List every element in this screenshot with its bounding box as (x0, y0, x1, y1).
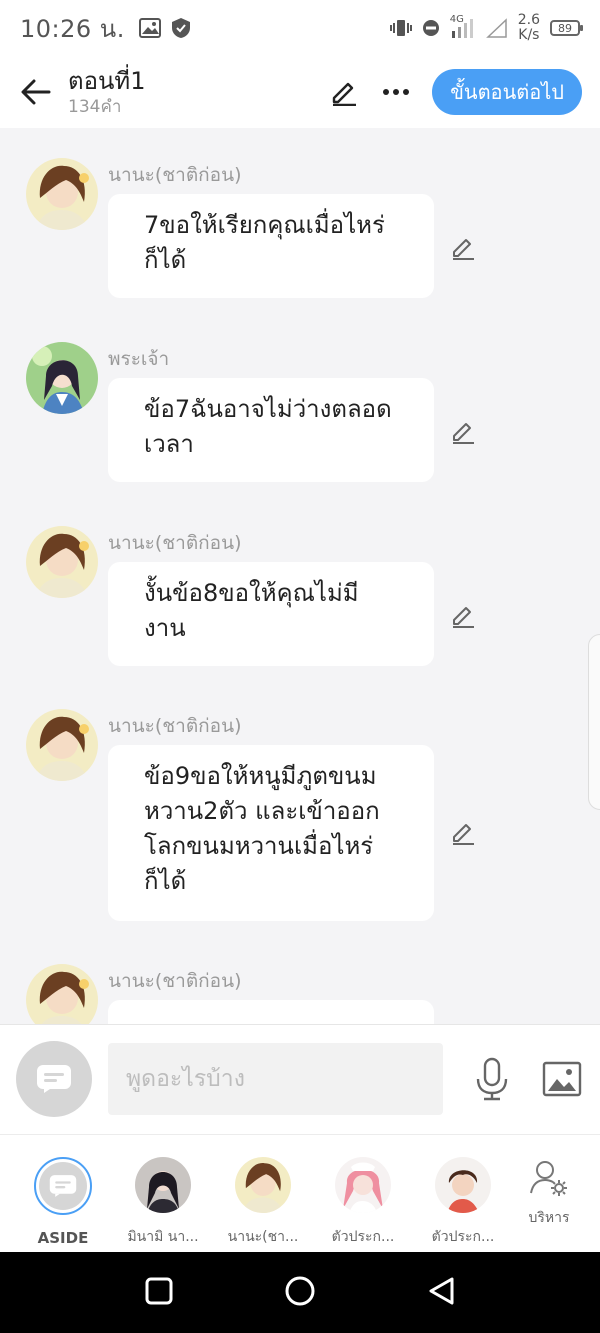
message-bubble[interactable]: ข้อ9ขอให้หนูมีภูตขนม หวาน2ตัว และเข้าออก… (108, 745, 434, 921)
sender-name: นานะ(ชาติก่อน) (108, 970, 242, 992)
triangle-back-icon (429, 1277, 454, 1304)
more-dots-icon (383, 89, 410, 95)
next-step-button[interactable]: ขั้นตอนต่อไป (432, 69, 582, 115)
input-bar: พูดอะไรบ้าง (0, 1024, 600, 1134)
message-bubble[interactable]: งั้นข้อ8ขอให้คุณไม่มี งาน (108, 562, 434, 666)
mic-button[interactable] (474, 1057, 510, 1101)
character-tab[interactable]: มินามิ นา... (113, 1157, 213, 1248)
aside-toggle-button[interactable] (16, 1041, 92, 1117)
message-line: ข้อ7ฉันอาจไม่ว่างตลอด (144, 395, 392, 423)
edit-message-button[interactable] (448, 817, 478, 847)
avatar-nana[interactable] (26, 526, 98, 598)
manage-label: บริหาร (528, 1210, 570, 1226)
chat-bubble-icon (49, 1175, 77, 1197)
character-avatar (235, 1157, 291, 1213)
avatar-nana[interactable] (26, 158, 98, 230)
sender-name: พระเจ้า (108, 348, 170, 370)
network-speed: 2.6 K/s (518, 13, 540, 43)
manage-characters-button[interactable]: บริหาร (499, 1159, 599, 1229)
message-line: งาน (144, 614, 186, 642)
gallery-notification-icon (138, 18, 161, 38)
message-bubble[interactable] (108, 1000, 434, 1024)
arrow-left-icon (21, 79, 51, 105)
circle-icon (285, 1276, 315, 1305)
word-count: 134คำ (68, 97, 122, 117)
character-bar: ASIDE มินามิ นา... นานะ(ชา... ตัวประก...… (0, 1134, 600, 1252)
recent-apps-button[interactable] (145, 1277, 173, 1309)
pencil-icon (453, 607, 474, 628)
title-group: ตอนที่1 134คำ (68, 66, 146, 118)
image-button[interactable] (542, 1059, 582, 1099)
edit-message-button[interactable] (448, 416, 478, 446)
battery-indicator: 89 (550, 20, 583, 36)
signal-empty-icon (485, 18, 507, 38)
signal-4g-icon: 4G (449, 14, 476, 39)
vibrate-icon (389, 20, 412, 36)
avatar-god[interactable] (26, 342, 98, 414)
status-right-group: 4G 2.6 K/s 89 (389, 13, 583, 43)
character-label: ASIDE (37, 1229, 89, 1247)
pencil-icon (453, 423, 474, 444)
character-label: ตัวประก... (431, 1229, 495, 1245)
header: ตอนที่1 134คำ ขั้นตอนต่อไป (0, 56, 600, 128)
message-input[interactable]: พูดอะไรบ้าง (108, 1043, 443, 1115)
back-button[interactable] (16, 72, 56, 112)
character-avatar (435, 1157, 491, 1213)
message-line: ข้อ9ขอให้หนูมีภูตขนม (144, 762, 377, 790)
home-button[interactable] (284, 1275, 316, 1311)
avatar-nana[interactable] (26, 709, 98, 781)
sender-name: นานะ(ชาติก่อน) (108, 164, 242, 186)
avatar-nana[interactable] (26, 964, 98, 1024)
square-icon (145, 1277, 173, 1304)
message-line: 7ขอให้เรียกคุณเมื่อไหร่ (144, 211, 385, 239)
message-line: ก็ได้ (144, 867, 187, 895)
header-actions: ขั้นตอนต่อไป (328, 69, 582, 115)
edit-title-button[interactable] (328, 76, 360, 108)
dnd-icon (422, 20, 439, 36)
status-notification-icons (138, 17, 191, 39)
network-speed-value: 2.6 (517, 12, 540, 28)
microphone-icon (476, 1057, 508, 1101)
user-settings-icon (530, 1161, 567, 1196)
system-nav-bar (0, 1252, 600, 1333)
message-bubble[interactable]: 7ขอให้เรียกคุณเมื่อไหร่ ก็ได้ (108, 194, 434, 298)
character-label: มินามิ นา... (127, 1229, 199, 1245)
status-time: 10:26 น. (20, 14, 125, 43)
edit-message-button[interactable] (448, 232, 478, 262)
image-icon (542, 1061, 582, 1097)
network-speed-unit: K/s (518, 27, 540, 43)
scroll-handle[interactable] (588, 634, 600, 810)
edit-message-button[interactable] (448, 600, 478, 630)
pencil-icon (453, 824, 474, 845)
chat-bubble-icon (37, 1065, 71, 1093)
pencil-icon (333, 82, 357, 106)
pencil-icon (453, 239, 474, 260)
character-avatar (135, 1157, 191, 1213)
character-tab[interactable]: นานะ(ชา... (213, 1157, 313, 1248)
sender-name: นานะ(ชาติก่อน) (108, 532, 242, 554)
character-tab[interactable]: ตัวประก... (413, 1157, 513, 1248)
network-type-label: 4G (449, 14, 464, 25)
message-line: หวาน2ตัว และเข้าออก (144, 797, 380, 825)
status-bar: 10:26 น. 4G 2.6 K/s 89 (0, 0, 600, 56)
message-line: เวลา (144, 430, 194, 458)
back-nav-button[interactable] (427, 1276, 455, 1310)
shield-icon (171, 18, 190, 38)
character-tab[interactable]: ตัวประก... (313, 1157, 413, 1248)
more-button[interactable] (380, 76, 412, 108)
page-title: ตอนที่1 (68, 67, 146, 95)
chat-area[interactable]: นานะ(ชาติก่อน) 7ขอให้เรียกคุณเมื่อไหร่ ก… (0, 128, 600, 1024)
message-line: งั้นข้อ8ขอให้คุณไม่มี (144, 579, 359, 607)
character-label: ตัวประก... (331, 1229, 395, 1245)
character-label: นานะ(ชา... (227, 1229, 299, 1245)
character-tab-aside[interactable]: ASIDE (13, 1157, 113, 1247)
aside-avatar (34, 1157, 92, 1215)
message-line: ก็ได้ (144, 246, 187, 274)
sender-name: นานะ(ชาติก่อน) (108, 715, 242, 737)
message-bubble[interactable]: ข้อ7ฉันอาจไม่ว่างตลอด เวลา (108, 378, 434, 482)
message-line: โลกขนมหวานเมื่อไหร่ (144, 832, 374, 860)
character-avatar (335, 1157, 391, 1213)
battery-level: 89 (558, 21, 572, 35)
